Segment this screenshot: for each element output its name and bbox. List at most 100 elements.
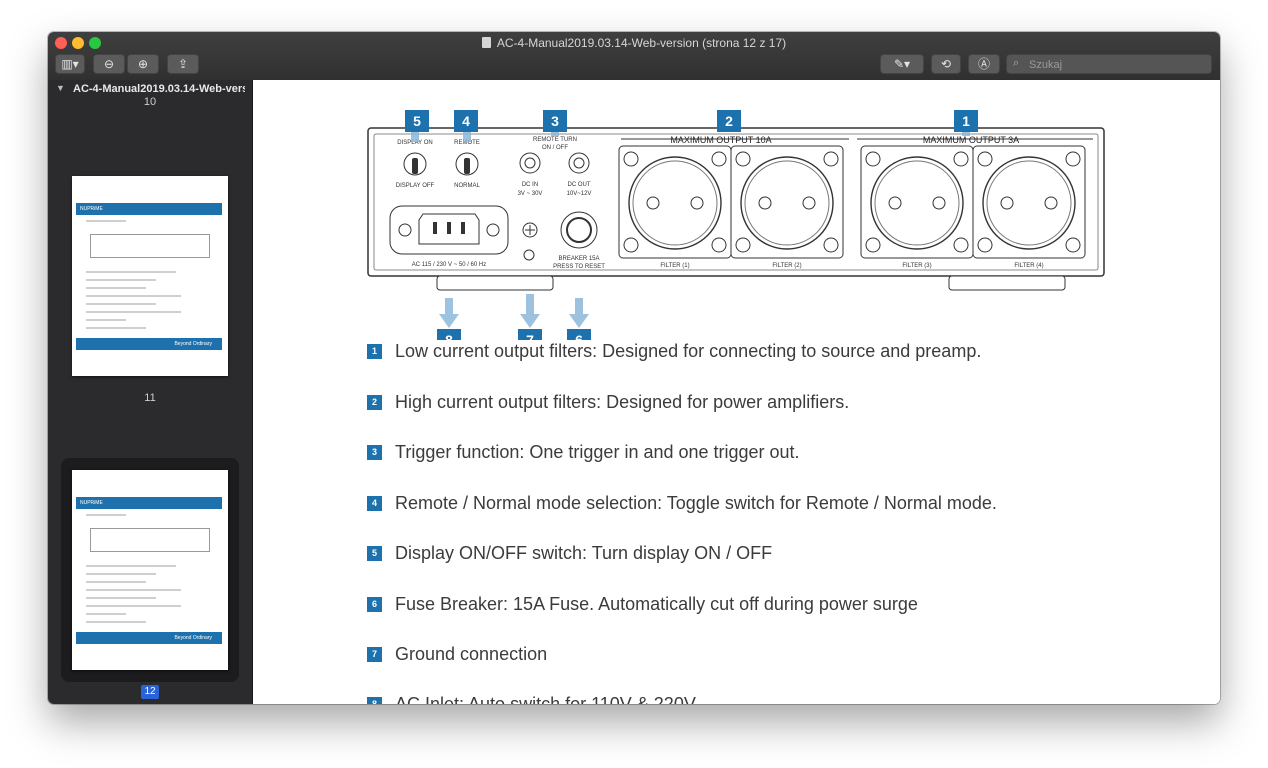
dc-in-label: DC IN bbox=[522, 182, 538, 188]
pen-icon: ✎▾ bbox=[893, 57, 911, 71]
page-number-label: 10 bbox=[143, 96, 157, 108]
max-output-10a-label: MAXIMUM OUTPUT 10A bbox=[670, 135, 771, 145]
thumb-header-bar: NUPRiME bbox=[76, 497, 222, 509]
feature-text: Fuse Breaker: 15A Fuse. Automatically cu… bbox=[395, 594, 918, 614]
window-title: AC-4-Manual2019.03.14-Web-version (stron… bbox=[48, 36, 1220, 50]
thumb-device-drawing bbox=[90, 528, 210, 552]
inlet-pin bbox=[461, 222, 465, 234]
inlet-screw bbox=[398, 223, 412, 237]
chassis-foot bbox=[948, 275, 1066, 291]
thumb-device-drawing bbox=[90, 234, 210, 258]
thumb-text-line bbox=[86, 605, 181, 607]
search-icon: ⌕ bbox=[1013, 57, 1020, 69]
callout-5: 5 bbox=[405, 110, 429, 132]
thumb-footer-bar: Beyond Ordinary bbox=[76, 632, 222, 644]
ac-input-label: AC 115 / 230 V ~ 50 / 60 Hz bbox=[412, 262, 486, 268]
on-off-label: ON / OFF bbox=[542, 145, 568, 151]
thumb-header-bar: NUPRiME bbox=[76, 203, 222, 215]
thumb-text-line bbox=[86, 279, 156, 281]
search-field[interactable]: ⌕ bbox=[1006, 54, 1212, 74]
rear-panel-diagram: MAXIMUM OUTPUT 10A MAXIMUM OUTPUT 3A DIS… bbox=[367, 110, 1105, 340]
thumb-text-line bbox=[86, 565, 176, 567]
zoom-out-button[interactable]: ⊖ bbox=[93, 54, 125, 74]
zoom-in-button[interactable]: ⊕ bbox=[127, 54, 159, 74]
markup-toolbar-button[interactable]: Ⓐ bbox=[968, 54, 1000, 74]
dc-out-label: DC OUT bbox=[568, 182, 591, 188]
thumb-text-line bbox=[86, 220, 126, 222]
markup-icon: Ⓐ bbox=[977, 57, 990, 71]
normal-label: NORMAL bbox=[454, 183, 480, 189]
page-thumbnail-12[interactable]: NUPRiME Beyond Ordinary bbox=[72, 470, 228, 670]
outlet-filter-1 bbox=[618, 145, 732, 259]
outlet-filter-2 bbox=[730, 145, 844, 259]
filter-1-label: FILTER (1) bbox=[660, 263, 689, 269]
callout-number: 2 bbox=[725, 113, 733, 129]
feature-number: 7 bbox=[367, 647, 382, 662]
thumb-text-line bbox=[86, 303, 156, 305]
callout-number: 8 bbox=[445, 332, 453, 340]
thumb-text-line bbox=[86, 287, 146, 289]
remote-toggle-switch bbox=[464, 158, 470, 174]
thumb-text-line bbox=[86, 589, 181, 591]
outlet-filter-3 bbox=[860, 145, 974, 259]
inlet-screw bbox=[486, 223, 500, 237]
inlet-pin bbox=[447, 222, 451, 234]
rotate-icon: ⟲ bbox=[940, 57, 952, 71]
document-view[interactable]: MAXIMUM OUTPUT 10A MAXIMUM OUTPUT 3A DIS… bbox=[253, 80, 1220, 704]
sidebar-toggle-button[interactable]: ▥▾ bbox=[55, 54, 85, 74]
feature-number: 6 bbox=[367, 597, 382, 612]
zoom-in-icon: ⊕ bbox=[137, 57, 149, 71]
sidebar-icon: ▥▾ bbox=[61, 57, 79, 71]
thumb-text-line bbox=[86, 311, 181, 313]
title-bar: AC-4-Manual2019.03.14-Web-version (stron… bbox=[48, 32, 1220, 81]
search-input[interactable] bbox=[1027, 56, 1211, 74]
filter-3-label: FILTER (3) bbox=[902, 263, 931, 269]
thumb-text-line bbox=[86, 613, 126, 615]
thumb-text-line bbox=[86, 319, 126, 321]
thumb-text-line bbox=[86, 271, 176, 273]
page-thumbnail-11[interactable]: NUPRiME Beyond Ordinary bbox=[72, 176, 228, 376]
thumb-text-line bbox=[86, 573, 156, 575]
callout-number: 3 bbox=[551, 113, 559, 129]
callout-number: 1 bbox=[962, 113, 970, 129]
ground-symbol-icon bbox=[523, 249, 535, 261]
chassis-foot bbox=[436, 275, 554, 291]
callout-6: 6 bbox=[567, 329, 591, 340]
remote-turn-label: REMOTE TURN bbox=[533, 137, 577, 143]
thumb-text-line bbox=[86, 621, 146, 623]
feature-number: 5 bbox=[367, 546, 382, 561]
share-icon: ⇪ bbox=[177, 57, 189, 71]
callout-7: 7 bbox=[518, 329, 542, 340]
thumb-footer-bar: Beyond Ordinary bbox=[76, 338, 222, 350]
max-output-3a-label: MAXIMUM OUTPUT 3A bbox=[923, 135, 1019, 145]
thumb-text-line bbox=[86, 581, 146, 583]
preview-window: AC-4-Manual2019.03.14-Web-version (stron… bbox=[48, 32, 1220, 704]
thumb-text-line bbox=[86, 327, 146, 329]
feature-number: 2 bbox=[367, 395, 382, 410]
disclosure-triangle-icon[interactable]: ▼ bbox=[56, 83, 65, 93]
feature-number: 4 bbox=[367, 496, 382, 511]
thumb-text-line bbox=[86, 295, 181, 297]
page-number-label: 11 bbox=[144, 392, 156, 404]
feature-number: 8 bbox=[367, 697, 382, 704]
feature-text: Remote / Normal mode selection: Toggle s… bbox=[395, 493, 997, 513]
callout-number: 4 bbox=[462, 113, 470, 129]
selected-page-number-badge: 12 bbox=[141, 685, 159, 699]
feature-text: Low current output filters: Designed for… bbox=[395, 341, 982, 361]
pdf-page: MAXIMUM OUTPUT 10A MAXIMUM OUTPUT 3A DIS… bbox=[253, 80, 1220, 704]
thumb-text-line bbox=[86, 597, 156, 599]
callout-1: 1 bbox=[954, 110, 978, 132]
dc-in-range-label: 3V ~ 30V bbox=[518, 191, 543, 197]
markup-pen-button[interactable]: ✎▾ bbox=[880, 54, 924, 74]
filter-2-label: FILTER (2) bbox=[772, 263, 801, 269]
feature-text: AC Inlet: Auto switch for 110V & 220V bbox=[395, 694, 696, 704]
display-toggle-switch bbox=[412, 158, 418, 174]
callout-3: 3 bbox=[543, 110, 567, 132]
callout-number: 5 bbox=[413, 113, 421, 129]
feature-text: Trigger function: One trigger in and one… bbox=[395, 442, 800, 462]
rotate-button[interactable]: ⟲ bbox=[931, 54, 961, 74]
thumb-text-line bbox=[86, 514, 126, 516]
document-icon bbox=[481, 37, 491, 48]
inlet-pin bbox=[433, 222, 437, 234]
share-button[interactable]: ⇪ bbox=[167, 54, 199, 74]
